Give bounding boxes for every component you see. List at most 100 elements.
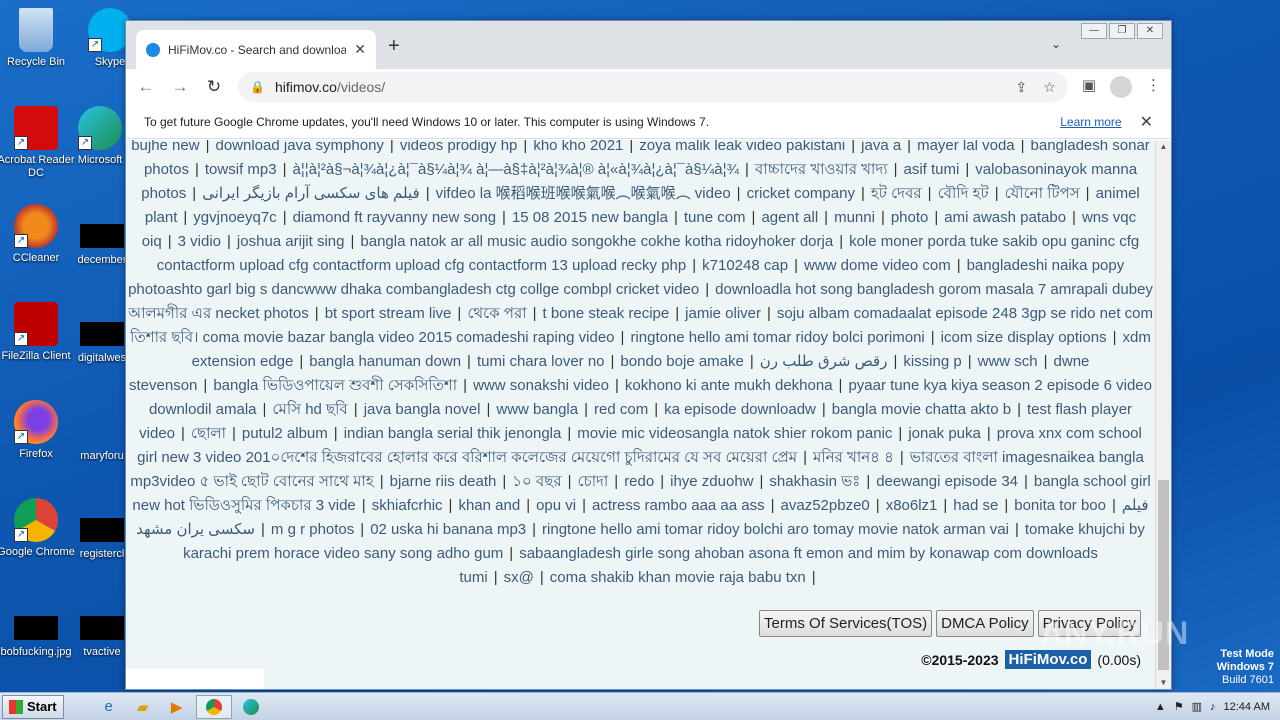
scroll-up-arrow-icon[interactable]: ▲ — [1156, 142, 1171, 151]
tag-link[interactable]: 02 uska hi banana mp3 — [370, 521, 526, 538]
tag-link[interactable]: sx@ — [504, 569, 534, 586]
tag-link[interactable]: indian bangla serial thik jenongla — [344, 425, 562, 442]
tray-expand-icon[interactable]: ▲ — [1155, 701, 1166, 713]
tag-link[interactable]: bangla movie chatta akto b — [832, 401, 1011, 418]
back-icon[interactable]: ← — [136, 77, 156, 97]
tray-volume-icon[interactable]: ♪ — [1210, 701, 1216, 713]
tag-link[interactable]: kho kho 2021 — [533, 140, 623, 154]
tray-flag-icon[interactable]: ⚑ — [1174, 700, 1184, 713]
tag-link[interactable]: bangla natok ar all music audio songokhe… — [360, 233, 833, 250]
tag-link[interactable]: kokhono ki ante mukh dekhona — [625, 377, 833, 394]
tag-link[interactable]: www dome video com — [804, 257, 951, 274]
tag-link[interactable]: joshua arijit sing — [237, 233, 345, 250]
tag-link[interactable]: photo — [891, 209, 929, 226]
tag-link[interactable]: www sonakshi video — [473, 377, 609, 394]
tag-link[interactable]: ka episode downloadw — [664, 401, 816, 418]
tag-link[interactable]: যৌনো টিপস — [1005, 185, 1080, 202]
tag-link[interactable]: bonita tor boo — [1014, 497, 1106, 514]
tray-network-icon[interactable]: ▥ — [1192, 700, 1202, 713]
tab-search-chevron-icon[interactable]: ⌄ — [1051, 37, 1061, 51]
tag-link[interactable]: www sch — [978, 353, 1038, 370]
tag-link[interactable]: diamond ft rayvanny new song — [293, 209, 496, 226]
minimize-button[interactable]: — — [1081, 23, 1107, 39]
tag-link[interactable]: চোদা — [578, 473, 609, 490]
tag-link[interactable]: মনির খান৪ ৪ — [813, 449, 894, 466]
tag-link[interactable]: 15 08 2015 new bangla — [512, 209, 668, 226]
tag-link[interactable]: à¦¦à¦²à§¬à¦¾à¦¿à¦¯à§¼à¦¾ à¦—à§‡à¦²à¦¾à¦®… — [293, 161, 740, 178]
tag-link[interactable]: tune com — [684, 209, 746, 226]
tag-link[interactable]: ১০ বছর — [512, 473, 561, 490]
side-panel-icon[interactable]: ▣ — [1082, 76, 1096, 98]
clock[interactable]: 12:44 AM — [1224, 701, 1270, 713]
tag-link[interactable]: bondo boje amake — [620, 353, 743, 370]
tag-link[interactable]: bangla hanuman down — [309, 353, 461, 370]
maximize-button[interactable]: ❐ — [1109, 23, 1135, 39]
ie-taskbar-icon[interactable]: e — [94, 695, 124, 719]
tag-link[interactable]: shakhasin ভঃ — [769, 473, 860, 490]
dmca-button[interactable]: DMCA Policy — [936, 610, 1034, 637]
tag-link[interactable]: munni — [834, 209, 875, 226]
tag-link[interactable]: bujhe new — [131, 140, 199, 154]
tag-link[interactable]: had se — [953, 497, 998, 514]
tag-link[interactable]: ছোলা — [191, 425, 226, 442]
lock-icon[interactable]: 🔒 — [250, 80, 265, 94]
tag-link[interactable]: zoya malik leak video pakistani — [639, 140, 845, 154]
tag-link[interactable]: বাচ্চাদের খাওয়ার খাদ্য — [755, 161, 888, 178]
address-bar[interactable]: 🔒 hifimov.co/videos/ ⇪ ☆ — [238, 72, 1068, 102]
tag-link[interactable]: ami awash patabo — [944, 209, 1066, 226]
tag-link[interactable]: cricket company — [747, 185, 855, 202]
edge-taskbar-icon[interactable] — [236, 695, 266, 719]
share-icon[interactable]: ⇪ — [1016, 79, 1028, 96]
tag-link[interactable]: ringtone hello ami tomar ridoy bolchi ar… — [542, 521, 1009, 538]
tag-link[interactable]: avaz52pbze0 — [781, 497, 870, 514]
tag-link[interactable]: k710248 cap — [702, 257, 788, 274]
tag-link[interactable]: towsif mp3 — [205, 161, 277, 178]
reload-icon[interactable]: ↻ — [204, 77, 224, 97]
tag-link[interactable]: হট দেবর — [871, 185, 922, 202]
new-tab-button[interactable]: + — [388, 35, 400, 58]
tag-link[interactable]: فیلم های سکسی آرام بازیگر ایرانی — [202, 185, 420, 202]
tag-link[interactable]: redo — [624, 473, 654, 490]
tag-link[interactable]: deewangi episode 34 — [876, 473, 1018, 490]
tag-link[interactable]: actress rambo aaa aa ass — [592, 497, 765, 514]
tag-link[interactable]: jamie oliver — [685, 305, 761, 322]
scroll-down-arrow-icon[interactable]: ▼ — [1156, 678, 1171, 687]
tos-button[interactable]: Terms Of Services(TOS) — [759, 610, 933, 637]
tag-link[interactable]: skhiafcrhic — [372, 497, 443, 514]
desktop-icon-recycle-bin[interactable]: Recycle Bin — [0, 8, 76, 69]
browser-tab[interactable]: HiFiMov.co - Search and download ✕ — [136, 30, 376, 69]
tag-link[interactable]: ihye zduohw — [670, 473, 753, 490]
tag-link[interactable]: ygvjnoeyq7c — [193, 209, 276, 226]
tag-link[interactable]: opu vi — [536, 497, 576, 514]
tag-link[interactable]: বৌদি হট — [938, 185, 989, 202]
tag-link[interactable]: khan and — [458, 497, 520, 514]
tag-link[interactable]: kissing p — [903, 353, 961, 370]
tag-link[interactable]: m g r photos — [271, 521, 354, 538]
chrome-taskbar-icon[interactable] — [195, 694, 232, 719]
tag-link[interactable]: mayer lal voda — [917, 140, 1015, 154]
tag-link[interactable]: t bone steak recipe — [543, 305, 670, 322]
tag-link[interactable]: رقص شرق طلب رن — [760, 353, 888, 370]
tag-link[interactable]: tumi chara lover no — [477, 353, 605, 370]
tag-link[interactable]: 3 vidio — [178, 233, 221, 250]
close-infobar-icon[interactable]: ✕ — [1140, 112, 1153, 132]
tag-link[interactable]: download java symphony — [215, 140, 383, 154]
tag-link[interactable]: bangla ভিডিওপায়েল শুবশী সেকসিতিশা — [213, 377, 457, 394]
menu-kebab-icon[interactable]: ⋮ — [1146, 76, 1161, 98]
profile-avatar[interactable] — [1110, 76, 1132, 98]
forward-icon[interactable]: → — [170, 77, 190, 97]
tag-link[interactable]: bt sport stream live — [325, 305, 452, 322]
tag-link[interactable]: icom size display options — [941, 329, 1107, 346]
tag-link[interactable]: asif tumi — [904, 161, 960, 178]
tag-link[interactable]: ringtone hello ami tomar ridoy bolci por… — [630, 329, 924, 346]
tag-link[interactable]: agent all — [761, 209, 818, 226]
close-tab-icon[interactable]: ✕ — [354, 41, 366, 58]
tag-link[interactable]: x8o6lz1 — [886, 497, 938, 514]
tag-link[interactable]: videos prodigy hp — [400, 140, 518, 154]
page-scrollbar[interactable]: ▲ ▼ — [1155, 140, 1171, 689]
tag-link[interactable]: red com — [594, 401, 648, 418]
bookmark-star-icon[interactable]: ☆ — [1043, 79, 1056, 96]
tag-link[interactable]: jonak puka — [908, 425, 981, 442]
tag-link[interactable]: movie mic videosangla natok shier rokom … — [577, 425, 892, 442]
media-player-taskbar-icon[interactable]: ▶ — [162, 695, 192, 719]
